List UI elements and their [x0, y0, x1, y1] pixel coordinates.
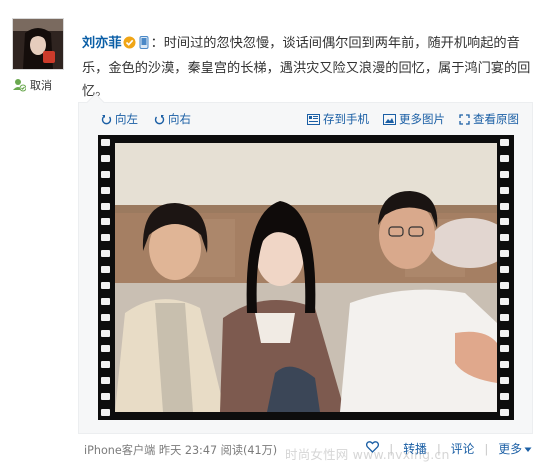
- phone-icon: [307, 113, 320, 125]
- vip-badge-icon[interactable]: [123, 34, 136, 57]
- media-attachment: 向左 向右 存到手机 更多图片 查看原图: [78, 102, 533, 434]
- more-actions-button[interactable]: 更多: [498, 440, 532, 457]
- divider: |: [484, 441, 489, 456]
- unfollow-label: 取消: [30, 79, 52, 92]
- rotate-right-icon: [154, 114, 165, 125]
- more-pictures-button[interactable]: 更多图片: [383, 111, 445, 127]
- rotate-left-icon: [101, 114, 112, 125]
- more-label: 更多: [498, 442, 522, 456]
- author-avatar[interactable]: [12, 18, 64, 70]
- post-actions: | 转播 | 评论 | 更多: [366, 440, 532, 457]
- repost-button[interactable]: 转播: [403, 440, 427, 457]
- unfollow-button[interactable]: 取消: [12, 77, 52, 93]
- film-sprockets-right: [500, 139, 511, 416]
- heart-icon: [366, 441, 380, 456]
- post-meta: iPhone客户端 昨天 23:47 阅读(41万): [84, 442, 277, 458]
- post-time[interactable]: 昨天 23:47: [159, 444, 217, 457]
- unfollow-icon: [12, 78, 27, 92]
- rotate-left-label: 向左: [115, 112, 138, 126]
- pictures-icon: [383, 113, 396, 125]
- post-content: 刘亦菲 ：时间过的忽快忽慢，谈话间偶尔回到两年前，随开机响起的音乐，金色的沙漠，秦…: [82, 32, 534, 103]
- read-count: 阅读(41万): [220, 444, 278, 457]
- view-original-button[interactable]: 查看原图: [459, 111, 519, 127]
- expand-icon: [459, 113, 470, 125]
- more-pictures-label: 更多图片: [399, 112, 445, 126]
- like-button[interactable]: [366, 441, 380, 456]
- save-to-phone-button[interactable]: 存到手机: [307, 111, 369, 127]
- source-link[interactable]: iPhone客户端: [84, 444, 155, 457]
- chevron-down-icon: [524, 442, 532, 456]
- phone-client-icon[interactable]: [138, 34, 150, 57]
- rotate-right-button[interactable]: 向右: [154, 111, 191, 127]
- save-to-phone-label: 存到手机: [323, 112, 369, 126]
- rotate-right-label: 向右: [168, 112, 191, 126]
- author-name-link[interactable]: 刘亦菲: [82, 36, 122, 51]
- family-photo: [115, 143, 497, 412]
- divider: |: [436, 441, 441, 456]
- media-toolbar: 向左 向右 存到手机 更多图片 查看原图: [79, 103, 532, 135]
- comment-button[interactable]: 评论: [451, 440, 475, 457]
- view-original-label: 查看原图: [473, 112, 519, 126]
- film-sprockets-left: [101, 139, 112, 416]
- photo-film-frame[interactable]: [98, 135, 514, 420]
- divider: |: [389, 441, 394, 456]
- rotate-left-button[interactable]: 向左: [101, 111, 138, 127]
